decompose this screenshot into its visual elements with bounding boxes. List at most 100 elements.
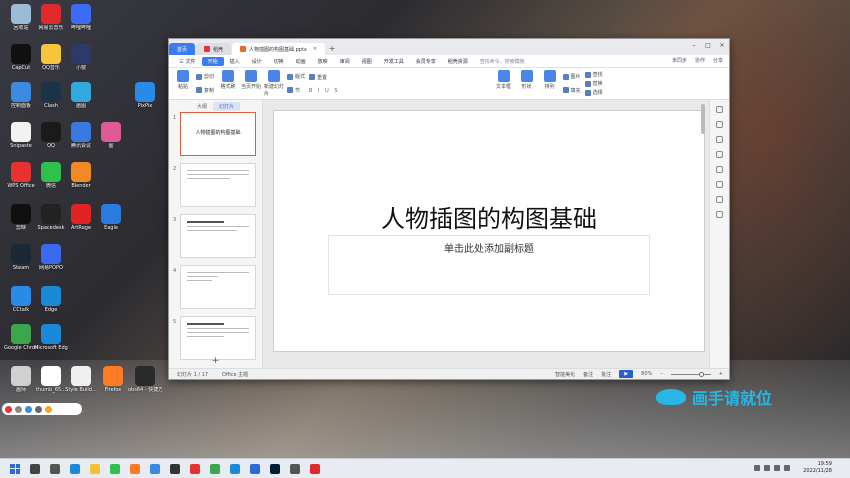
network-icon[interactable]: [764, 465, 770, 471]
text-box-button[interactable]: 文本框: [494, 70, 514, 97]
desktop-icon[interactable]: Firefox: [96, 366, 130, 393]
desktop-icon[interactable]: PixPix: [128, 82, 162, 109]
shape-button[interactable]: 形状: [517, 70, 537, 97]
menu-member[interactable]: 会员专享: [410, 58, 442, 65]
transition-icon[interactable]: [716, 151, 723, 158]
current-slide[interactable]: 人物插图的构图基础 单击此处添加副标题: [273, 110, 705, 352]
desktop-icon[interactable]: Google Chrome: [4, 324, 38, 351]
desktop-icon[interactable]: 网易POPO: [34, 244, 68, 271]
new-tab-button[interactable]: +: [326, 43, 338, 55]
menu-view[interactable]: 视图: [356, 58, 378, 65]
zoom-in-button[interactable]: +: [719, 371, 723, 377]
picture-button[interactable]: 图片: [562, 73, 581, 80]
slide-thumb-4[interactable]: 4: [173, 265, 256, 309]
desktop-icon[interactable]: 图: [94, 122, 128, 149]
zoom-slider[interactable]: [670, 371, 711, 377]
slide-thumb-1[interactable]: 1 人物插图的构图基础: [173, 112, 256, 156]
copy-button[interactable]: 复制: [196, 87, 214, 94]
collab-button[interactable]: 协作: [695, 57, 705, 64]
fill-button[interactable]: 填充: [562, 87, 581, 94]
desktop-icon[interactable]: 腾讯会议: [64, 122, 98, 149]
desktop-icon[interactable]: Edge: [34, 286, 68, 313]
desktop-icon[interactable]: Clash: [34, 82, 68, 109]
menu-developer[interactable]: 开发工具: [378, 58, 410, 65]
close-tab-icon[interactable]: ×: [313, 46, 317, 52]
settings-icon[interactable]: [716, 211, 723, 218]
menu-resources[interactable]: 稻壳资源: [442, 58, 474, 65]
from-current-button[interactable]: 当页开始: [241, 70, 261, 97]
select-button[interactable]: 选择: [584, 89, 603, 96]
netease-music-icon[interactable]: [310, 463, 320, 474]
edge-icon[interactable]: [70, 463, 80, 474]
desktop-icon[interactable]: WPS Office: [4, 162, 38, 189]
desktop-icon[interactable]: 画师: [4, 366, 38, 393]
play-slideshow-button[interactable]: ▶: [619, 370, 634, 378]
clock[interactable]: 19:59 2022/11/28: [803, 461, 832, 475]
desktop-icon[interactable]: 控制面板: [4, 82, 38, 109]
tab-home[interactable]: 首页: [169, 43, 196, 55]
maximize-button[interactable]: □: [701, 39, 715, 55]
app-3-icon[interactable]: [290, 463, 300, 474]
format-painter-button[interactable]: 格式刷: [218, 70, 238, 97]
chrome-icon[interactable]: [210, 463, 220, 474]
desktop-icon[interactable]: Eagle: [94, 204, 128, 231]
share-button[interactable]: 分享: [713, 57, 723, 64]
desktop-icon[interactable]: 哔哩哔哩: [64, 4, 98, 31]
folder-icon[interactable]: [90, 463, 100, 474]
property-icon[interactable]: [716, 106, 723, 113]
desktop-icon[interactable]: 剪映: [4, 204, 38, 231]
desktop-icon[interactable]: 回收站: [4, 4, 38, 31]
replace-button[interactable]: 替换: [584, 80, 603, 87]
desktop-icon[interactable]: CapCut: [4, 44, 38, 71]
desktop-icon[interactable]: QQ音乐: [34, 44, 68, 71]
edge-2-icon[interactable]: [230, 463, 240, 474]
new-slide-button[interactable]: 新建幻灯片: [264, 70, 284, 97]
location-icon[interactable]: [716, 196, 723, 203]
close-window-button[interactable]: ×: [715, 39, 729, 55]
desktop-icon[interactable]: 小窗: [64, 44, 98, 71]
desktop-icon[interactable]: Microsoft Edge: [34, 324, 68, 351]
slide-thumb-5[interactable]: 5: [173, 316, 256, 360]
find-button[interactable]: 查找: [584, 71, 603, 78]
menu-transition[interactable]: 切换: [268, 58, 290, 65]
photoshop-icon[interactable]: [270, 463, 280, 474]
menu-animation[interactable]: 动画: [290, 58, 312, 65]
start-button[interactable]: [10, 463, 20, 474]
slide-thumb-3[interactable]: 3: [173, 214, 256, 258]
vertical-scrollbar[interactable]: [701, 104, 705, 134]
desktop-icon[interactable]: ArtRage: [64, 204, 98, 231]
menu-review[interactable]: 审阅: [334, 58, 356, 65]
command-search-input[interactable]: 查找命令、搜索模板: [474, 58, 531, 65]
subtitle-placeholder-box[interactable]: 单击此处添加副标题: [328, 235, 650, 295]
desktop-icon[interactable]: QQ: [34, 122, 68, 149]
desktop-icon[interactable]: thumb_65...: [34, 366, 68, 393]
wechat-icon[interactable]: [110, 463, 120, 474]
obs-icon[interactable]: [170, 463, 180, 474]
search-icon[interactable]: [30, 463, 40, 474]
comments-button[interactable]: 批注: [601, 371, 611, 378]
desktop-icon[interactable]: obs64 - 快捷方式: [128, 366, 162, 393]
arrange-button[interactable]: 排列: [540, 70, 560, 97]
tab-docer[interactable]: 稻壳: [196, 43, 232, 55]
minimize-button[interactable]: –: [687, 39, 701, 55]
desktop-icon[interactable]: Spacedesk: [34, 204, 68, 231]
desktop-icon[interactable]: 微信: [34, 162, 68, 189]
reset-button[interactable]: 重置: [309, 74, 340, 81]
zoom-level[interactable]: 80%: [641, 371, 652, 377]
input-method-bar[interactable]: [2, 403, 82, 415]
style-icon[interactable]: [716, 121, 723, 128]
animation-icon[interactable]: [716, 136, 723, 143]
menu-design[interactable]: 设计: [246, 58, 268, 65]
desktop-icon[interactable]: 网易云音乐: [34, 4, 68, 31]
notes-button[interactable]: 备注: [583, 371, 593, 378]
desktop-icon[interactable]: Steam: [4, 244, 38, 271]
tray-chevron-icon[interactable]: [754, 465, 760, 471]
desktop-icon[interactable]: CCtalk: [4, 286, 38, 313]
slide-thumb-2[interactable]: 2: [173, 163, 256, 207]
tab-slides[interactable]: 幻灯片: [213, 101, 241, 111]
menu-file[interactable]: 三 文件: [173, 58, 202, 65]
section-button[interactable]: 节: [287, 87, 305, 94]
menu-start[interactable]: 开始: [201, 56, 224, 66]
app-2-icon[interactable]: [250, 463, 260, 474]
app-icon[interactable]: [150, 463, 160, 474]
